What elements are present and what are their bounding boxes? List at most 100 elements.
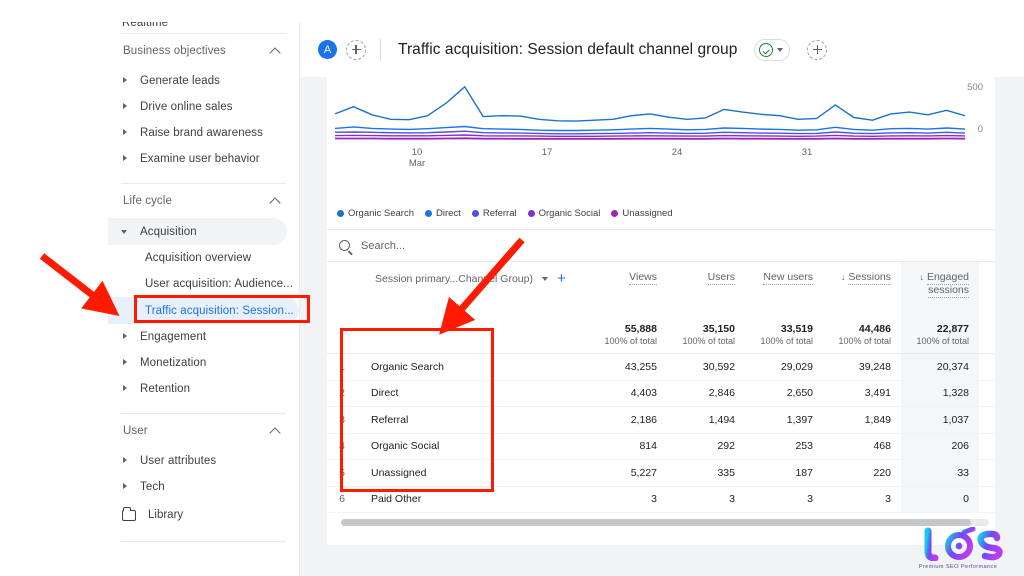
caret-down-icon[interactable] (542, 277, 548, 281)
column-header-new-users-label: New users (763, 271, 813, 285)
sidebar-item-monetization[interactable]: Monetization (108, 350, 299, 376)
add-report-button[interactable] (807, 40, 827, 60)
sidebar-item-tech-label: Tech (140, 481, 165, 493)
table-search-row[interactable]: Search... (327, 229, 995, 262)
column-header-users[interactable]: Users 35,150 100% of total (667, 262, 745, 353)
sidebar-item-acquisition[interactable]: Acquisition (108, 218, 287, 245)
cell-new-users: 2,650 (745, 381, 823, 407)
legend-item-unassigned[interactable]: Unassigned (611, 208, 672, 219)
cell-engaged-sessions: 1,328 (901, 381, 979, 407)
sidebar-item-raise-brand-awareness[interactable]: Raise brand awareness (108, 120, 299, 146)
horizontal-scrollbar[interactable] (341, 519, 989, 526)
search-input[interactable]: Search... (361, 240, 405, 252)
chart-lines (335, 85, 965, 141)
cell-engaged-sessions: 20,374 (901, 354, 979, 380)
sidebar-item-acquisition-overview[interactable]: Acquisition overview (108, 245, 299, 271)
cell-sessions: 468 (823, 434, 901, 460)
sidebar-item-retention[interactable]: Retention (108, 376, 299, 402)
legend-item-direct[interactable]: Direct (425, 208, 461, 219)
triangle-right-icon (122, 103, 130, 111)
cell-views: 5,227 (589, 460, 667, 486)
cell-views: 4,403 (589, 381, 667, 407)
cell-users: 3 (667, 487, 745, 513)
cell-new-users: 29,029 (745, 354, 823, 380)
add-dimension-icon[interactable]: + (557, 271, 566, 286)
row-dimension-name[interactable]: Paid Other (357, 493, 421, 505)
triangle-right-icon (122, 77, 130, 85)
column-header-engaged-sessions[interactable]: ↓ Engaged sessions 22,877 100% of total (901, 262, 979, 353)
column-header-sessions[interactable]: ↓ Sessions 44,486 100% of total (823, 262, 901, 353)
add-comparison-button[interactable] (346, 40, 366, 60)
cell-views: 814 (589, 434, 667, 460)
sidebar-section-business-objectives[interactable]: Business objectives (108, 34, 299, 68)
sidebar-item-examine-user-behavior-label: Examine user behavior (140, 153, 260, 165)
tos-logo: Premium SEO Performance (898, 527, 1018, 570)
cell-new-users: 253 (745, 434, 823, 460)
arrow-down-icon: ↓ (920, 272, 925, 282)
sidebar-item-monetization-label: Monetization (140, 357, 206, 369)
dimension-selector[interactable]: Session primary...Channel Group) (375, 273, 533, 285)
column-header-engaged-sessions-label: Engaged sessions (927, 271, 969, 298)
cell-engaged-sessions: 0 (901, 487, 979, 513)
chevron-up-icon (271, 196, 281, 206)
sidebar-item-user-acquisition[interactable]: User acquisition: Audience... (108, 271, 299, 297)
sidebar-item-user-attributes[interactable]: User attributes (108, 448, 299, 474)
tos-logo-mark (902, 527, 1014, 561)
x-axis-tick-17: 17 (535, 147, 559, 158)
cell-views: 43,255 (589, 354, 667, 380)
x-axis-tick-31: 31 (795, 147, 819, 158)
sidebar-item-examine-user-behavior[interactable]: Examine user behavior (108, 146, 299, 172)
sidebar-item-acquisition-overview-label: Acquisition overview (145, 252, 251, 264)
cell-new-users: 187 (745, 460, 823, 486)
sidebar-divider-4 (121, 541, 286, 542)
page-title: Traffic acquisition: Session default cha… (398, 41, 737, 59)
sidebar-item-user-attributes-label: User attributes (140, 455, 216, 467)
report-status-badge[interactable] (754, 39, 790, 61)
sidebar-item-library[interactable]: Library (108, 500, 299, 530)
sidebar-item-drive-online-sales-label: Drive online sales (140, 101, 233, 113)
sidebar-item-generate-leads[interactable]: Generate leads (108, 68, 299, 94)
column-header-new-users[interactable]: New users 33,519 100% of total (745, 262, 823, 353)
avatar[interactable]: A (318, 40, 337, 59)
tos-logo-tagline: Premium SEO Performance (898, 564, 1018, 570)
triangle-right-icon (122, 129, 130, 137)
cell-engaged-sessions: 1,037 (901, 407, 979, 433)
triangle-right-icon (122, 457, 130, 465)
sidebar-item-realtime-clipped[interactable]: Realtime (108, 22, 300, 34)
screenshot-root: Realtime Business objectives Generate le… (0, 0, 1024, 576)
sidebar-section-life-cycle[interactable]: Life cycle (108, 184, 299, 218)
cell-engaged-sessions: 33 (901, 460, 979, 486)
sidebar-item-drive-online-sales[interactable]: Drive online sales (108, 94, 299, 120)
triangle-right-icon (122, 385, 130, 393)
legend-color-dot (611, 210, 618, 217)
row-index: 6 (327, 493, 357, 505)
sidebar-item-tech[interactable]: Tech (108, 474, 299, 500)
legend-color-dot (425, 210, 432, 217)
chevron-up-icon (271, 46, 281, 56)
y-axis-tick-0: 0 (978, 124, 983, 135)
sidebar-item-engagement[interactable]: Engagement (108, 324, 299, 350)
cell-views: 2,186 (589, 407, 667, 433)
legend-item-organic-social[interactable]: Organic Social (528, 208, 601, 219)
sidebar-section-business-objectives-label: Business objectives (123, 45, 226, 57)
legend-label: Direct (436, 208, 461, 219)
legend-label: Referral (483, 208, 517, 219)
triangle-right-icon (122, 483, 130, 491)
legend-label: Unassigned (622, 208, 672, 219)
legend-item-referral[interactable]: Referral (472, 208, 517, 219)
sidebar-section-user[interactable]: User (108, 414, 299, 448)
cell-views: 3 (589, 487, 667, 513)
total-views: 55,888 100% of total (604, 323, 657, 346)
sidebar-item-acquisition-label: Acquisition (140, 226, 197, 238)
cell-users: 292 (667, 434, 745, 460)
column-header-views[interactable]: Views 55,888 100% of total (589, 262, 667, 353)
sidebar-section-user-label: User (123, 425, 148, 437)
cell-sessions: 220 (823, 460, 901, 486)
x-axis-tick-24: 24 (665, 147, 689, 158)
triangle-right-icon (122, 359, 130, 367)
legend-item-organic-search[interactable]: Organic Search (337, 208, 414, 219)
total-engaged-sessions: 22,877 100% of total (916, 323, 969, 346)
cell-new-users: 1,397 (745, 407, 823, 433)
annotation-box-table-dimension-column (340, 328, 494, 492)
cell-sessions: 39,248 (823, 354, 901, 380)
